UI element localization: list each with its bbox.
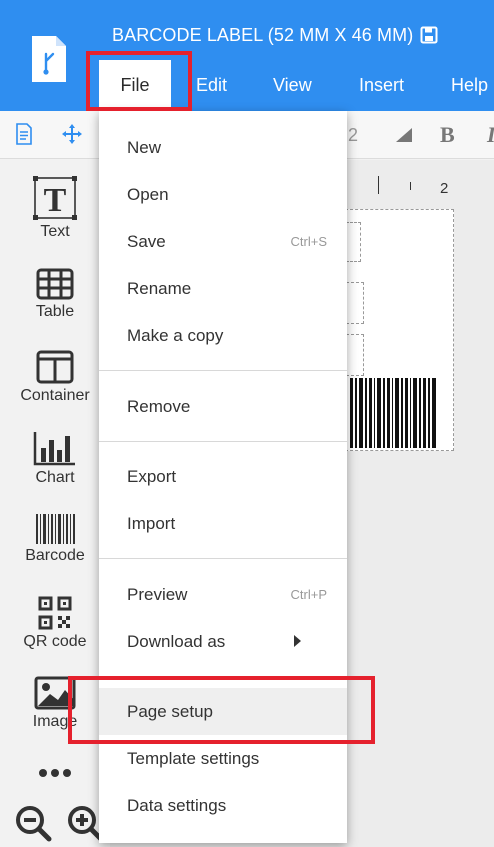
- menu-item-export[interactable]: Export: [99, 453, 347, 500]
- tool-chart[interactable]: Chart: [0, 430, 110, 487]
- table-icon: [36, 268, 74, 300]
- label-page[interactable]: [345, 209, 454, 451]
- triangle-icon[interactable]: [395, 127, 413, 143]
- menu-item-remove[interactable]: Remove: [99, 383, 347, 430]
- container-icon: [36, 350, 74, 384]
- label-element[interactable]: [346, 222, 361, 262]
- tool-barcode[interactable]: Barcode: [0, 514, 110, 565]
- menu-insert[interactable]: Insert: [359, 60, 404, 110]
- text-icon: T: [33, 176, 77, 220]
- menu-item-label: Export: [127, 467, 177, 486]
- menu-item-label: Make a copy: [127, 326, 224, 345]
- menu-item-label: Rename: [127, 279, 192, 298]
- qr-code-icon: [38, 596, 72, 630]
- font-size-fragment: 2: [348, 125, 359, 145]
- menu-item-open[interactable]: Open: [99, 171, 347, 218]
- menu-item-new[interactable]: New: [99, 124, 347, 171]
- menu-bar: File Edit View Insert Help: [0, 60, 494, 110]
- more-tools-button[interactable]: [0, 768, 110, 778]
- menu-item-label: Data settings: [127, 796, 227, 815]
- app-header: BARCODE LABEL (52 MM X 46 MM) File Edit …: [0, 0, 494, 111]
- menu-item-download-as[interactable]: Download as: [99, 618, 347, 665]
- menu-item-label: Download as: [127, 632, 226, 651]
- menu-help[interactable]: Help: [451, 60, 488, 110]
- shortcut-label: Ctrl+S: [290, 234, 327, 249]
- menu-item-make-a-copy[interactable]: Make a copy: [99, 312, 347, 359]
- menu-item-label: Import: [127, 514, 176, 533]
- highlight-box-file: [86, 51, 192, 111]
- ruler: 2: [340, 170, 494, 200]
- tool-table-label: Table: [35, 303, 75, 320]
- menu-item-preview[interactable]: Preview Ctrl+P: [99, 571, 347, 618]
- menu-item-import[interactable]: Import: [99, 500, 347, 547]
- barcode-icon: [36, 514, 75, 544]
- menu-item-label: Template settings: [127, 749, 260, 768]
- tool-qr-code-label: QR code: [23, 633, 87, 650]
- menu-divider: [99, 441, 347, 442]
- highlight-box-page-setup: [68, 676, 375, 744]
- submenu-arrow-icon: [294, 635, 301, 647]
- tool-container[interactable]: Container: [0, 350, 110, 405]
- menu-item-label: Preview: [127, 585, 188, 604]
- tool-chart-label: Chart: [35, 469, 75, 486]
- menu-item-data-settings[interactable]: Data settings: [99, 782, 347, 829]
- tool-table[interactable]: Table: [0, 268, 110, 321]
- svg-text:T: T: [44, 182, 67, 219]
- menu-item-save[interactable]: Save Ctrl+S: [99, 218, 347, 265]
- save-icon[interactable]: [420, 26, 438, 44]
- page-icon[interactable]: [15, 123, 33, 145]
- menu-divider: [99, 558, 347, 559]
- label-element[interactable]: [346, 282, 364, 324]
- ruler-mark: 2: [440, 180, 449, 197]
- tool-qr-code[interactable]: QR code: [0, 596, 110, 651]
- tool-text[interactable]: T Text: [0, 176, 110, 241]
- barcode-element[interactable]: [346, 376, 440, 448]
- move-icon[interactable]: [61, 123, 83, 145]
- menu-view[interactable]: View: [273, 60, 312, 110]
- shortcut-label: Ctrl+P: [290, 587, 327, 602]
- menu-item-label: Open: [127, 185, 169, 204]
- label-element[interactable]: [346, 334, 364, 376]
- menu-item-label: New: [127, 138, 162, 157]
- tool-barcode-label: Barcode: [25, 547, 85, 564]
- menu-divider: [99, 370, 347, 371]
- zoom-out-icon[interactable]: [14, 804, 52, 842]
- tool-text-label: Text: [40, 223, 70, 240]
- bold-button[interactable]: B: [440, 122, 455, 148]
- italic-button[interactable]: I: [487, 122, 494, 148]
- menu-item-label: Remove: [127, 397, 191, 416]
- menu-edit[interactable]: Edit: [196, 60, 227, 110]
- menu-item-rename[interactable]: Rename: [99, 265, 347, 312]
- tool-container-label: Container: [20, 387, 90, 404]
- chart-icon: [33, 432, 75, 466]
- document-title: BARCODE LABEL (52 MM X 46 MM): [112, 25, 414, 45]
- menu-item-label: Save: [127, 232, 166, 251]
- more-icon: [39, 769, 71, 777]
